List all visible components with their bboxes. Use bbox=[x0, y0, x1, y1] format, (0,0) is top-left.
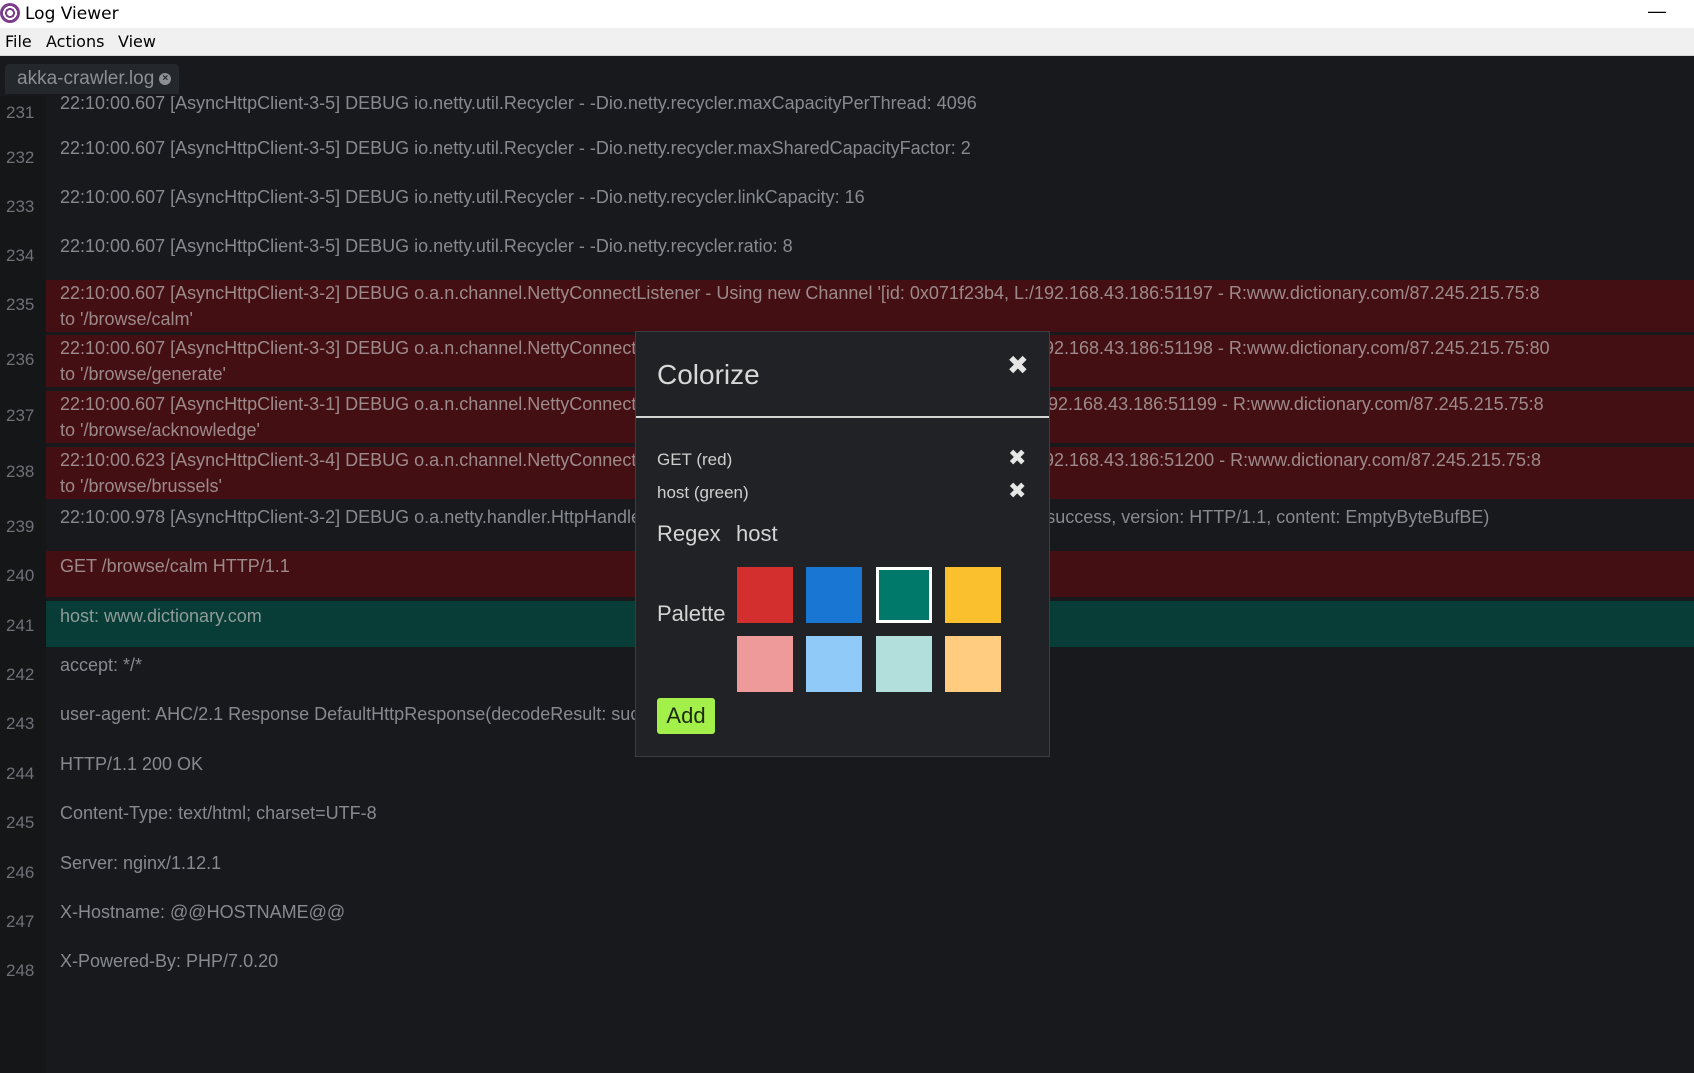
swatch-amber[interactable] bbox=[945, 567, 1001, 623]
app-logo-icon bbox=[0, 3, 20, 23]
delete-rule-icon[interactable]: ✖ bbox=[1008, 445, 1026, 471]
log-text: 22:10:00.607 [AsyncHttpClient-3-5] DEBUG… bbox=[60, 236, 793, 256]
dialog-title: Colorize bbox=[657, 359, 760, 390]
line-number: 248 bbox=[6, 961, 35, 980]
swatch-blue[interactable] bbox=[806, 567, 862, 623]
line-number: 245 bbox=[6, 813, 35, 832]
swatch-light-red[interactable] bbox=[737, 636, 793, 692]
log-line: 231 22:10:00.607 [AsyncHttpClient-3-5] DE… bbox=[0, 96, 1694, 136]
log-text: 22:10:00.607 [AsyncHttpClient-3-5] DEBUG… bbox=[60, 187, 865, 207]
minimize-button[interactable]: — bbox=[1635, 0, 1679, 28]
line-number: 239 bbox=[6, 517, 35, 536]
line-content: X-Hostname: @@HOSTNAME@@ bbox=[46, 897, 1694, 945]
colorize-dialog: Colorize ✖ GET (red) ✖ host (green) ✖ Re… bbox=[635, 331, 1050, 757]
line-number: 242 bbox=[6, 665, 35, 684]
palette-label: Palette bbox=[657, 601, 726, 626]
add-button[interactable]: Add bbox=[657, 698, 715, 734]
log-text: accept: */* bbox=[60, 655, 143, 675]
line-number: 246 bbox=[6, 863, 35, 882]
regex-label: Regex bbox=[657, 521, 721, 546]
swatch-red[interactable] bbox=[737, 567, 793, 623]
line-number: 240 bbox=[6, 566, 35, 585]
log-line: 232 22:10:00.607 [AsyncHttpClient-3-5] DE… bbox=[0, 133, 1694, 181]
menu-actions[interactable]: Actions bbox=[46, 32, 104, 51]
line-number: 247 bbox=[6, 912, 35, 931]
line-number: 231 bbox=[6, 103, 35, 122]
divider bbox=[636, 416, 1049, 418]
line-number: 238 bbox=[6, 462, 35, 481]
log-line: 246 Server: nginx/1.12.1 bbox=[0, 848, 1694, 896]
line-number: 233 bbox=[6, 197, 35, 216]
swatch-light-amber[interactable] bbox=[945, 636, 1001, 692]
line-content: 22:10:00.607 [AsyncHttpClient-3-5] DEBUG… bbox=[46, 96, 1694, 136]
rule-host-green: host (green) bbox=[657, 483, 749, 502]
tab-akka-crawler-log[interactable]: akka-crawler.log × bbox=[5, 64, 180, 94]
highlighted-line-red: 22:10:00.607 [AsyncHttpClient-3-2] DEBUG… bbox=[46, 280, 1694, 332]
line-number: 236 bbox=[6, 350, 35, 369]
line-number: 241 bbox=[6, 616, 35, 635]
log-text: GET /browse/calm HTTP/1.1 bbox=[60, 556, 290, 576]
line-content: 22:10:00.607 [AsyncHttpClient-3-5] DEBUG… bbox=[46, 182, 1694, 230]
rule-get-red: GET (red) bbox=[657, 450, 733, 469]
menu-bar: File Actions View bbox=[0, 28, 1694, 56]
log-text: 22:10:00.607 [AsyncHttpClient-3-2] DEBUG… bbox=[60, 283, 1540, 329]
log-text: Server: nginx/1.12.1 bbox=[60, 853, 222, 873]
line-number: 237 bbox=[6, 406, 35, 425]
line-content: Content-Type: text/html; charset=UTF-8 bbox=[46, 798, 1694, 846]
tab-bar: akka-crawler.log × bbox=[0, 56, 1694, 96]
tab-label: akka-crawler.log bbox=[17, 68, 155, 89]
log-text: X-Hostname: @@HOSTNAME@@ bbox=[60, 902, 346, 922]
title-bar: Log Viewer — bbox=[0, 0, 1694, 28]
menu-file[interactable]: File bbox=[5, 32, 32, 51]
swatch-light-teal[interactable] bbox=[876, 636, 932, 692]
close-icon[interactable]: ✖ bbox=[1007, 350, 1029, 381]
line-number: 244 bbox=[6, 764, 35, 783]
log-text: host: www.dictionary.com bbox=[60, 606, 262, 626]
menu-view[interactable]: View bbox=[118, 32, 156, 51]
line-content: 22:10:00.607 [AsyncHttpClient-3-5] DEBUG… bbox=[46, 133, 1694, 181]
swatch-teal[interactable] bbox=[876, 567, 932, 623]
log-text: X-Powered-By: PHP/7.0.20 bbox=[60, 951, 279, 971]
line-number: 243 bbox=[6, 714, 35, 733]
tab-close-icon[interactable]: × bbox=[159, 73, 172, 85]
line-content: X-Powered-By: PHP/7.0.20 bbox=[46, 946, 1694, 994]
regex-input[interactable] bbox=[736, 518, 1026, 550]
line-number: 234 bbox=[6, 246, 35, 265]
window-title: Log Viewer bbox=[25, 4, 119, 24]
line-content: Server: nginx/1.12.1 bbox=[46, 848, 1694, 896]
line-content: 22:10:00.607 [AsyncHttpClient-3-5] DEBUG… bbox=[46, 231, 1694, 279]
line-number: 232 bbox=[6, 148, 35, 167]
log-line: 245 Content-Type: text/html; charset=UTF-… bbox=[0, 798, 1694, 846]
log-line: 234 22:10:00.607 [AsyncHttpClient-3-5] DE… bbox=[0, 231, 1694, 279]
log-line: 248 X-Powered-By: PHP/7.0.20 bbox=[0, 946, 1694, 994]
log-line: 247 X-Hostname: @@HOSTNAME@@ bbox=[0, 897, 1694, 945]
log-text: 22:10:00.607 [AsyncHttpClient-3-5] DEBUG… bbox=[60, 96, 977, 113]
swatch-light-blue[interactable] bbox=[806, 636, 862, 692]
log-text: HTTP/1.1 200 OK bbox=[60, 754, 204, 774]
line-number: 235 bbox=[6, 295, 35, 314]
log-text: Content-Type: text/html; charset=UTF-8 bbox=[60, 803, 377, 823]
log-text: 22:10:00.607 [AsyncHttpClient-3-5] DEBUG… bbox=[60, 138, 971, 158]
log-line: 233 22:10:00.607 [AsyncHttpClient-3-5] DE… bbox=[0, 182, 1694, 230]
delete-rule-icon[interactable]: ✖ bbox=[1008, 478, 1026, 504]
log-line: 235 22:10:00.607 [AsyncHttpClient-3-2] DE… bbox=[0, 280, 1694, 332]
